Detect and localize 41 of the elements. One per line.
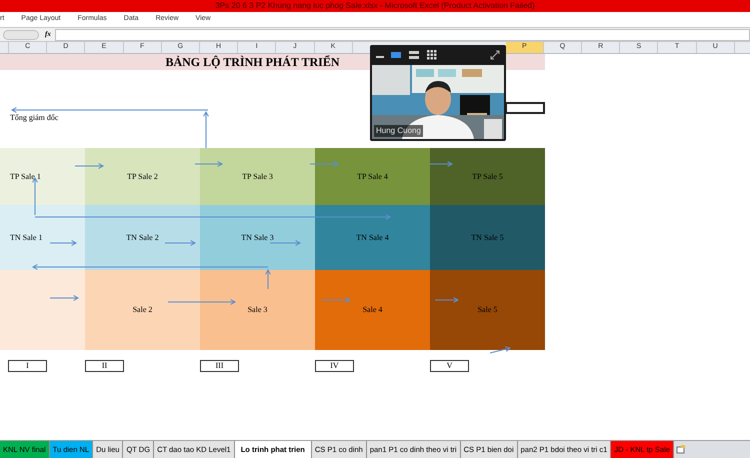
expand-icon[interactable]: [490, 50, 500, 60]
ceo-label: Tổng giám đốc: [10, 113, 58, 122]
new-sheet-icon[interactable]: [676, 445, 686, 454]
position-label: TN Sale 5: [471, 232, 504, 244]
position-label: TP Sale 2: [127, 170, 158, 182]
arrow: [270, 240, 302, 246]
arrow: [164, 240, 196, 246]
window-title: 3Ps 20 6 3 P2 Khung nang luc phog Sale.xlsx - Microsoft Excel (Product Activation Failed): [215, 2, 535, 10]
position-label: TN Sale 3: [241, 232, 274, 244]
grid-layout-icon[interactable]: [426, 49, 438, 61]
position-label: Sale 3: [248, 304, 268, 316]
arrow: [50, 295, 80, 301]
list-layout-icon[interactable]: [408, 49, 420, 61]
diagram-title: BẢNG LỘ TRÌNH PHÁT TRIỂN: [165, 54, 340, 71]
level-box: IV: [315, 360, 354, 372]
position-label: TP Sale 3: [242, 170, 273, 182]
level-box: III: [200, 360, 239, 372]
arrow: [490, 346, 512, 354]
arrow: [74, 163, 104, 169]
position-label: Sale 2: [132, 304, 152, 316]
participant-name: Hung Cuong: [374, 125, 423, 137]
arrow: [434, 297, 460, 303]
level-box: II: [85, 360, 124, 372]
position-label: TP Sale 5: [472, 170, 503, 182]
position-label: Sale 5: [478, 304, 498, 316]
arrow: [194, 161, 224, 167]
level-box: I: [8, 360, 47, 372]
position-label: TP Sale 1: [10, 170, 41, 182]
arrow: [430, 161, 454, 167]
single-layout-icon[interactable]: [390, 49, 402, 61]
formula-field[interactable]: [54, 28, 750, 40]
arrow: [310, 161, 340, 167]
position-label: TN Sale 1: [10, 232, 42, 244]
position-label: Sale 4: [362, 304, 382, 316]
arrow: [322, 297, 352, 303]
arrow: [168, 299, 236, 305]
level-box: V: [430, 360, 469, 372]
position-label: TN Sale 4: [356, 232, 389, 244]
position-label: TN Sale 2: [126, 232, 159, 244]
arrow: [50, 240, 78, 246]
position-label: TP Sale 4: [357, 170, 388, 182]
